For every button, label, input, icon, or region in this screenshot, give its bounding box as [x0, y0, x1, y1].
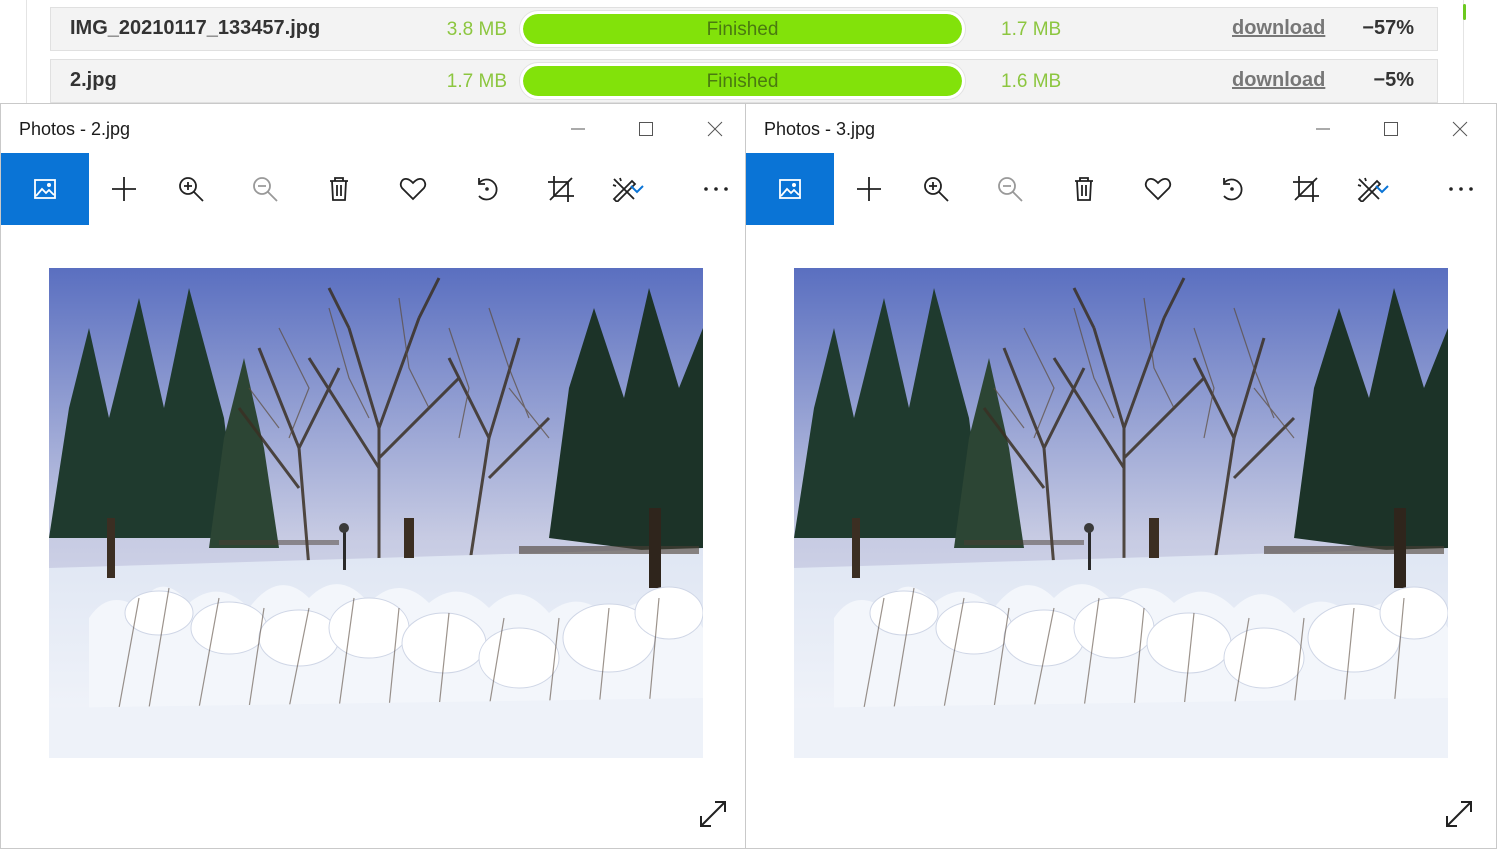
close-button[interactable] — [684, 104, 745, 153]
winter-park-photo — [49, 268, 703, 758]
progress-bar: Finished — [519, 10, 966, 48]
view-photo-button[interactable] — [746, 153, 834, 225]
zoom-in-icon — [179, 177, 204, 202]
minimize-icon — [1316, 128, 1330, 129]
download-link[interactable]: download — [1232, 69, 1325, 92]
photos-window: Photos - 2.jpg — [0, 103, 746, 849]
maximize-icon — [639, 121, 653, 136]
original-size: 3.8 MB — [446, 19, 507, 40]
compressed-size: 1.7 MB — [1001, 19, 1062, 40]
more-button[interactable] — [681, 153, 745, 225]
zoom-out-icon — [998, 177, 1023, 202]
add-icon — [857, 177, 881, 201]
title-bar: Photos - 3.jpg — [746, 104, 1496, 153]
progress-status: Finished — [706, 71, 779, 92]
maximize-button[interactable] — [615, 104, 677, 153]
add-button[interactable] — [834, 153, 904, 225]
zoom-out-icon — [253, 177, 278, 202]
view-photo-icon — [779, 179, 801, 199]
window-title: Photos - 3.jpg — [764, 119, 876, 139]
chevron-down-icon — [1375, 185, 1389, 194]
zoom-in-icon — [924, 177, 949, 202]
zoom-out-button[interactable] — [230, 153, 300, 225]
favorite-button[interactable] — [1123, 153, 1193, 225]
expand-icon — [700, 801, 726, 827]
page-scroll-edge — [1463, 4, 1466, 20]
rotate-icon — [1223, 178, 1243, 201]
zoom-in-button[interactable] — [901, 153, 971, 225]
maximize-button[interactable] — [1360, 104, 1422, 153]
zoom-in-button[interactable] — [156, 153, 226, 225]
delete-button[interactable] — [304, 153, 374, 225]
progress-status: Finished — [706, 19, 779, 40]
view-photo-icon — [34, 179, 56, 199]
file-name: 2.jpg — [70, 69, 117, 91]
favorite-icon — [1144, 178, 1172, 201]
more-icon — [704, 187, 728, 191]
close-button[interactable] — [1429, 104, 1491, 153]
rotate-icon — [478, 178, 498, 201]
progress-track: Finished — [523, 14, 962, 44]
edit-dropdown-button[interactable] — [622, 153, 652, 225]
progress-bar: Finished — [519, 62, 966, 100]
maximize-icon — [1384, 121, 1398, 136]
fullscreen-button[interactable] — [693, 794, 733, 834]
saving-percent: −5% — [1373, 69, 1414, 91]
fullscreen-button[interactable] — [1439, 794, 1479, 834]
delete-button[interactable] — [1049, 153, 1119, 225]
photo-toolbar — [746, 153, 1496, 225]
minimize-button[interactable] — [1292, 104, 1354, 153]
chevron-down-icon — [630, 185, 644, 194]
download-link[interactable]: download — [1232, 17, 1325, 40]
file-row: IMG_20210117_133457.jpg 3.8 MB Finished … — [50, 7, 1438, 51]
photo-image[interactable] — [794, 268, 1448, 758]
window-title: Photos - 2.jpg — [19, 119, 131, 139]
crop-icon — [548, 176, 574, 202]
compressed-size: 1.6 MB — [1001, 71, 1062, 92]
minimize-button[interactable] — [547, 104, 609, 153]
crop-icon — [1293, 176, 1319, 202]
favorite-icon — [399, 178, 427, 201]
favorite-button[interactable] — [378, 153, 448, 225]
rotate-button[interactable] — [1197, 153, 1267, 225]
rotate-button[interactable] — [452, 153, 522, 225]
expand-icon — [1446, 801, 1472, 827]
photos-window: Photos - 3.jpg — [745, 103, 1497, 849]
edit-dropdown-button[interactable] — [1367, 153, 1397, 225]
zoom-out-button[interactable] — [975, 153, 1045, 225]
more-button[interactable] — [1426, 153, 1496, 225]
delete-icon — [330, 177, 348, 201]
photo-toolbar — [1, 153, 745, 225]
close-icon — [1452, 121, 1468, 136]
add-button[interactable] — [89, 153, 159, 225]
file-name: IMG_20210117_133457.jpg — [70, 17, 321, 39]
crop-button[interactable] — [526, 153, 596, 225]
more-icon — [1449, 187, 1473, 191]
progress-track: Finished — [523, 66, 962, 96]
winter-park-photo — [794, 268, 1448, 758]
photo-image[interactable] — [49, 268, 703, 758]
add-icon — [112, 177, 136, 201]
saving-percent: −57% — [1362, 17, 1414, 39]
minimize-icon — [571, 128, 585, 129]
file-row: 2.jpg 1.7 MB Finished 1.6 MB download −5… — [50, 59, 1438, 103]
view-photo-button[interactable] — [1, 153, 89, 225]
delete-icon — [1075, 177, 1093, 201]
title-bar: Photos - 2.jpg — [1, 104, 745, 153]
crop-button[interactable] — [1271, 153, 1341, 225]
desktop: IMG_20210117_133457.jpg 3.8 MB Finished … — [0, 0, 1497, 849]
original-size: 1.7 MB — [446, 71, 507, 92]
close-icon — [707, 121, 723, 136]
